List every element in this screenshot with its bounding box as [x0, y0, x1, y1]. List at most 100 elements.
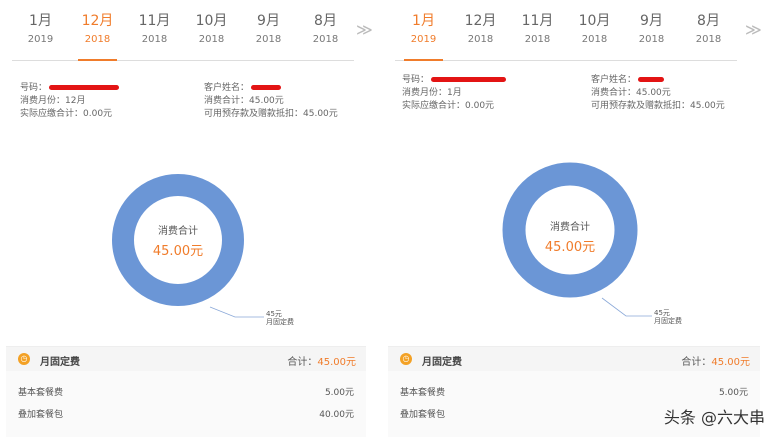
total-label: 消费合计： [591, 88, 637, 98]
month-value: 1月 [447, 88, 462, 98]
fee-row: 叠加套餐包 40.00元 [18, 407, 354, 420]
tab-month: 12月 [464, 13, 497, 29]
fee-row: 基本套餐费 5.00元 [400, 385, 748, 398]
donut-center-value: 45.00元 [544, 240, 596, 255]
tab-month: 10月 [195, 13, 228, 29]
tab-month: 8月 [697, 13, 720, 29]
tab-year: 2018 [312, 34, 339, 45]
tab-month-2[interactable]: 12月 2018 [69, 10, 126, 61]
tab-year: 2018 [84, 34, 111, 45]
tab-month-5[interactable]: 9月 2018 [240, 10, 297, 60]
donut-center-title: 消费合计 [158, 226, 198, 237]
tab-month-2[interactable]: 12月 2018 [452, 10, 509, 60]
clock-icon: ◷ [18, 353, 30, 365]
donut-center: 消费合计 45.00元 [128, 222, 228, 259]
redaction-mark [431, 77, 507, 82]
chevron-right-icon[interactable]: ≫ [745, 20, 762, 39]
chevron-right-icon[interactable]: ≫ [356, 20, 373, 39]
tab-month-1[interactable]: 1月 2019 [12, 10, 69, 60]
month-tabs: 1月 2019 12月 2018 11月 2018 10月 2018 9月 2018 8月… [395, 10, 737, 61]
tab-year: 2018 [695, 34, 722, 45]
prepaid-value: 45.00元 [690, 101, 725, 111]
due-value: 0.00元 [83, 109, 113, 119]
fee-row-name: 叠加套餐包 [400, 410, 446, 420]
fee-total-label: 合计： [287, 357, 318, 368]
leader-line [209, 306, 264, 318]
tab-year: 2018 [141, 34, 168, 45]
customer-label: 客户姓名： [591, 75, 637, 85]
fee-row: 基本套餐费 5.00元 [18, 385, 354, 398]
tab-month-3[interactable]: 11月 2018 [126, 10, 183, 60]
fee-row-name: 叠加套餐包 [18, 410, 64, 420]
fee-total-value: 45.00元 [317, 357, 356, 368]
fee-row-amount: 40.00元 [319, 410, 354, 420]
prepaid-value: 45.00元 [303, 109, 338, 119]
donut-center-title: 消费合计 [550, 222, 590, 233]
tab-month-4[interactable]: 10月 2018 [566, 10, 623, 60]
donut-center: 消费合计 45.00元 [520, 218, 620, 255]
due-label: 实际应缴合计： [20, 109, 84, 119]
tab-month: 1月 [29, 13, 52, 29]
redaction-mark [49, 85, 120, 90]
fee-row-amount: 5.00元 [324, 388, 354, 398]
fee-total-label: 合计： [681, 357, 712, 368]
fee-header[interactable]: ◷ 月固定费 合计：45.00元 [6, 347, 366, 371]
tab-month: 8月 [314, 13, 337, 29]
fee-total: 合计：45.00元 [681, 353, 750, 368]
watermark: 头条 @六大串 [663, 408, 765, 427]
tab-year: 2018 [198, 34, 225, 45]
month-label: 消费月份： [20, 96, 66, 106]
number-label: 号码： [20, 83, 48, 93]
donut-center-value: 45.00元 [152, 244, 204, 259]
fee-total-value: 45.00元 [711, 357, 750, 368]
redaction-mark [638, 77, 665, 82]
tab-year: 2018 [467, 34, 494, 45]
fee-header[interactable]: ◷ 月固定费 合计：45.00元 [388, 347, 760, 371]
tab-month: 9月 [640, 13, 663, 29]
tab-month-4[interactable]: 10月 2018 [183, 10, 240, 60]
tab-month: 9月 [257, 13, 280, 29]
fee-title: 月固定费 [40, 357, 80, 368]
left-bill-panel: 1月 2019 12月 2018 11月 2018 10月 2018 9月 2018 8月… [0, 0, 373, 437]
tab-year: 2018 [638, 34, 665, 45]
leader-name: 月固定费 [654, 317, 682, 325]
redaction-mark [251, 85, 282, 90]
tab-month-6[interactable]: 8月 2018 [297, 10, 354, 60]
tab-year: 2019 [410, 34, 437, 45]
leader-label: 45元 月固定费 [654, 309, 682, 325]
fee-row-name: 基本套餐费 [18, 388, 64, 398]
tab-year: 2019 [27, 34, 54, 45]
bill-info-left-col: 号码： 消费月份：12月 实际应缴合计：0.00元 [20, 82, 120, 121]
tab-month-3[interactable]: 11月 2018 [509, 10, 566, 60]
total-label: 消费合计： [204, 96, 250, 106]
fee-row-name: 基本套餐费 [400, 388, 446, 398]
month-tabs: 1月 2019 12月 2018 11月 2018 10月 2018 9月 2018 8月… [12, 10, 354, 61]
clock-icon: ◷ [400, 353, 412, 365]
prepaid-label: 可用预存款及赠款抵扣： [204, 109, 304, 119]
fee-row-amount: 5.00元 [718, 388, 748, 398]
number-label: 号码： [402, 75, 430, 85]
tab-year: 2018 [524, 34, 551, 45]
tab-month: 10月 [578, 13, 611, 29]
customer-label: 客户姓名： [204, 83, 250, 93]
due-label: 实际应缴合计： [402, 101, 466, 111]
tab-year: 2018 [581, 34, 608, 45]
tab-month: 11月 [138, 13, 171, 29]
fee-total: 合计：45.00元 [287, 353, 356, 368]
month-label: 消费月份： [402, 88, 448, 98]
tab-month-1[interactable]: 1月 2019 [395, 10, 452, 61]
bill-info-right-col: 客户姓名： 消费合计：45.00元 可用预存款及赠款抵扣：45.00元 [591, 74, 725, 113]
tab-month-5[interactable]: 9月 2018 [623, 10, 680, 60]
total-value: 45.00元 [636, 88, 671, 98]
bill-info-right-col: 客户姓名： 消费合计：45.00元 可用预存款及赠款抵扣：45.00元 [204, 82, 338, 121]
leader-name: 月固定费 [266, 318, 294, 326]
fee-section: ◷ 月固定费 合计：45.00元 基本套餐费 5.00元 叠加套餐包 40.00元 [6, 346, 366, 437]
leader-amount: 45元 [654, 309, 670, 317]
tab-month: 12月 [81, 13, 114, 29]
tab-month-6[interactable]: 8月 2018 [680, 10, 737, 60]
bill-info-left-col: 号码： 消费月份：1月 实际应缴合计：0.00元 [402, 74, 507, 113]
due-value: 0.00元 [465, 101, 495, 111]
prepaid-label: 可用预存款及赠款抵扣： [591, 101, 691, 111]
fee-title: 月固定费 [422, 357, 462, 368]
tab-month: 1月 [412, 13, 435, 29]
